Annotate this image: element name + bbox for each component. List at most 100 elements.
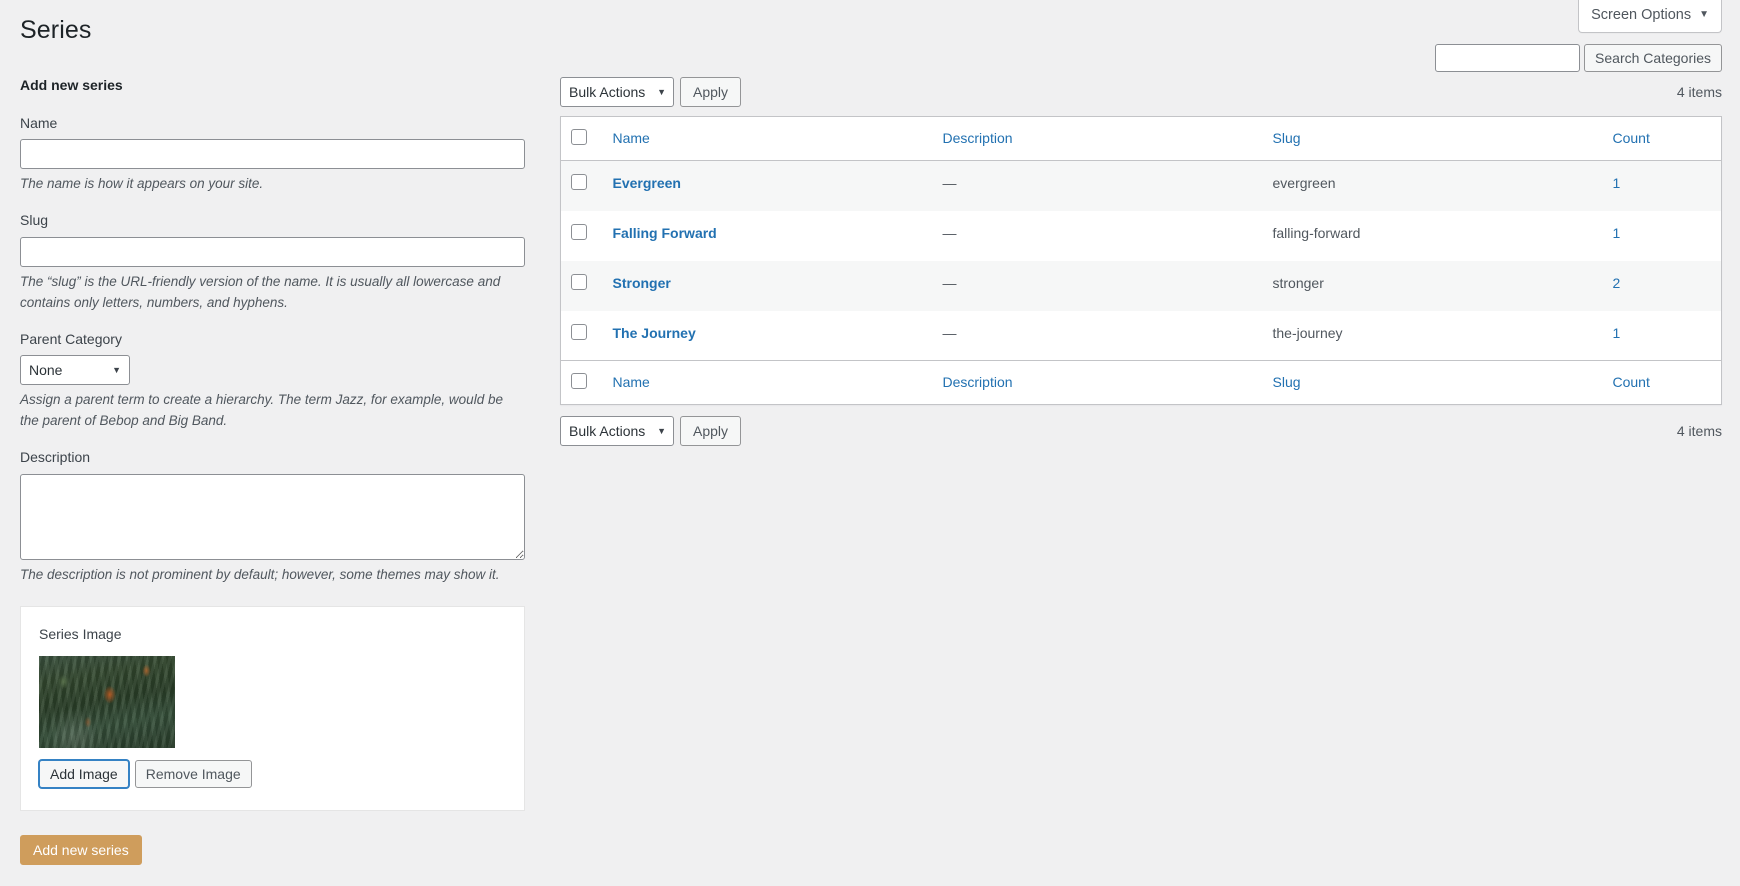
row-select-cell (561, 161, 603, 211)
row-slug-cell: falling-forward (1272, 224, 1361, 241)
page-title: Series (20, 16, 92, 44)
row-slug-cell: the-journey (1272, 324, 1343, 341)
description-label: Description (20, 448, 91, 465)
add-new-series-submit-button[interactable]: Add new series (20, 835, 142, 866)
search-input[interactable] (1435, 44, 1581, 72)
column-sort-description-bottom[interactable]: Description (943, 374, 1013, 390)
row-name-cell: The Journey (603, 311, 933, 361)
row-description-cell: — (942, 274, 957, 291)
field-name: Name The name is how it appears on your … (20, 114, 525, 196)
row-name-link[interactable]: The Journey (613, 325, 696, 341)
row-checkbox[interactable] (571, 174, 587, 190)
series-image-thumbnail (39, 656, 175, 749)
row-name-cell: Falling Forward (603, 211, 933, 261)
column-header-slug: Slug (1262, 116, 1603, 161)
row-slug-cell: stronger (1272, 274, 1324, 291)
tablenav-bottom: Bulk Actions ▼ Apply 4 items (560, 415, 1722, 447)
series-image-buttons: Add Image Remove Image (39, 760, 506, 789)
row-description-cell: — (942, 224, 957, 241)
column-header-description: Description (932, 116, 1263, 161)
parent-category-help-text: Assign a parent term to create a hierarc… (20, 392, 503, 429)
name-label: Name (20, 114, 58, 131)
search-categories-button[interactable]: Search Categories (1584, 44, 1722, 72)
field-description: Description The description is not promi… (20, 448, 525, 586)
row-count-cell: 2 (1603, 261, 1722, 311)
select-all-checkbox-top[interactable] (571, 129, 587, 145)
series-list-area: Bulk Actions ▼ Apply 4 items Name Descri… (560, 76, 1722, 447)
column-footer-description: Description (932, 360, 1263, 405)
select-all-header (560, 116, 603, 161)
items-count-top: 4 items (1676, 84, 1722, 100)
table-row: The Journey — the-journey 1 (561, 311, 1722, 361)
field-parent-category: Parent Category None ▼ Assign a parent t… (20, 330, 525, 432)
tablenav-top: Bulk Actions ▼ Apply 4 items (560, 76, 1722, 108)
apply-button-top[interactable]: Apply (680, 77, 742, 107)
table-header-row: Name Description Slug Count (560, 116, 1722, 161)
slug-label: Slug (20, 212, 49, 229)
name-help-text: The name is how it appears on your site. (20, 176, 264, 192)
row-description-cell: — (942, 324, 957, 341)
parent-category-label: Parent Category (20, 330, 122, 347)
row-select-cell (561, 311, 603, 361)
slug-input[interactable] (20, 236, 525, 267)
search-box: Search Categories (1435, 44, 1722, 72)
row-name-link[interactable]: Evergreen (613, 175, 681, 191)
table-row: Falling Forward — falling-forward 1 (561, 211, 1722, 261)
column-sort-count-top[interactable]: Count (1613, 130, 1650, 146)
row-count-cell: 1 (1603, 311, 1722, 361)
row-count-link[interactable]: 2 (1613, 275, 1621, 291)
row-count-link[interactable]: 1 (1613, 175, 1621, 191)
column-footer-count: Count (1602, 360, 1722, 405)
description-textarea[interactable] (20, 473, 525, 560)
series-table: Name Description Slug Count Evergreen — … (560, 116, 1722, 405)
column-sort-name-top[interactable]: Name (613, 130, 650, 146)
row-description-cell: — (942, 175, 957, 191)
items-count-bottom: 4 items (1676, 423, 1722, 439)
column-sort-count-bottom[interactable]: Count (1613, 374, 1650, 390)
row-name-cell: Stronger (603, 261, 933, 311)
column-footer-slug: Slug (1262, 360, 1603, 405)
column-sort-name-bottom[interactable]: Name (613, 374, 650, 390)
row-name-link[interactable]: Stronger (613, 275, 671, 291)
row-name-cell: Evergreen (603, 161, 933, 211)
table-row: Evergreen — evergreen 1 (560, 160, 1722, 211)
row-count-cell: 1 (1603, 211, 1722, 261)
row-count-cell: 1 (1603, 161, 1722, 211)
row-checkbox[interactable] (571, 223, 587, 240)
remove-image-button[interactable]: Remove Image (134, 760, 252, 789)
row-select-cell (561, 261, 603, 311)
screen-meta-links: Screen Options ▼ (1578, 0, 1722, 34)
apply-button-bottom[interactable]: Apply (680, 416, 742, 446)
column-sort-slug-top[interactable]: Slug (1273, 130, 1301, 146)
row-select-cell (561, 211, 603, 261)
row-name-link[interactable]: Falling Forward (613, 225, 717, 241)
description-help-text: The description is not prominent by defa… (20, 566, 500, 582)
row-checkbox[interactable] (571, 323, 587, 340)
column-sort-slug-bottom[interactable]: Slug (1273, 374, 1301, 390)
bulk-actions-select-bottom[interactable]: Bulk Actions (560, 416, 674, 446)
parent-category-select[interactable]: None (20, 355, 130, 386)
name-input[interactable] (20, 139, 525, 170)
series-table-body: Evergreen — evergreen 1 Falling Forward … (560, 160, 1722, 361)
row-checkbox[interactable] (571, 273, 587, 290)
row-count-link[interactable]: 1 (1613, 325, 1621, 341)
field-slug: Slug The “slug” is the URL-friendly vers… (20, 211, 525, 313)
add-new-series-form: Add new series Name The name is how it a… (20, 76, 525, 866)
bulk-actions-select-wrap-top: Bulk Actions ▼ (560, 77, 674, 107)
add-image-button[interactable]: Add Image (39, 760, 129, 789)
column-sort-description-top[interactable]: Description (943, 130, 1013, 146)
select-all-footer (560, 360, 603, 405)
row-slug-cell: evergreen (1272, 175, 1336, 191)
select-all-checkbox-bottom[interactable] (571, 373, 587, 389)
row-count-link[interactable]: 1 (1613, 225, 1621, 241)
column-footer-name: Name (602, 360, 933, 405)
series-image-label: Series Image (39, 625, 122, 642)
screen-options-button[interactable]: Screen Options ▼ (1578, 0, 1722, 34)
column-header-count: Count (1602, 116, 1722, 161)
form-heading: Add new series (20, 77, 123, 93)
parent-category-select-wrap: None ▼ (20, 355, 130, 386)
series-image-panel: Series Image Add Image Remove Image (20, 605, 525, 812)
slug-help-text: The “slug” is the URL-friendly version o… (20, 273, 501, 310)
table-row: Stronger — stronger 2 (560, 260, 1722, 311)
bulk-actions-select-top[interactable]: Bulk Actions (560, 77, 674, 107)
